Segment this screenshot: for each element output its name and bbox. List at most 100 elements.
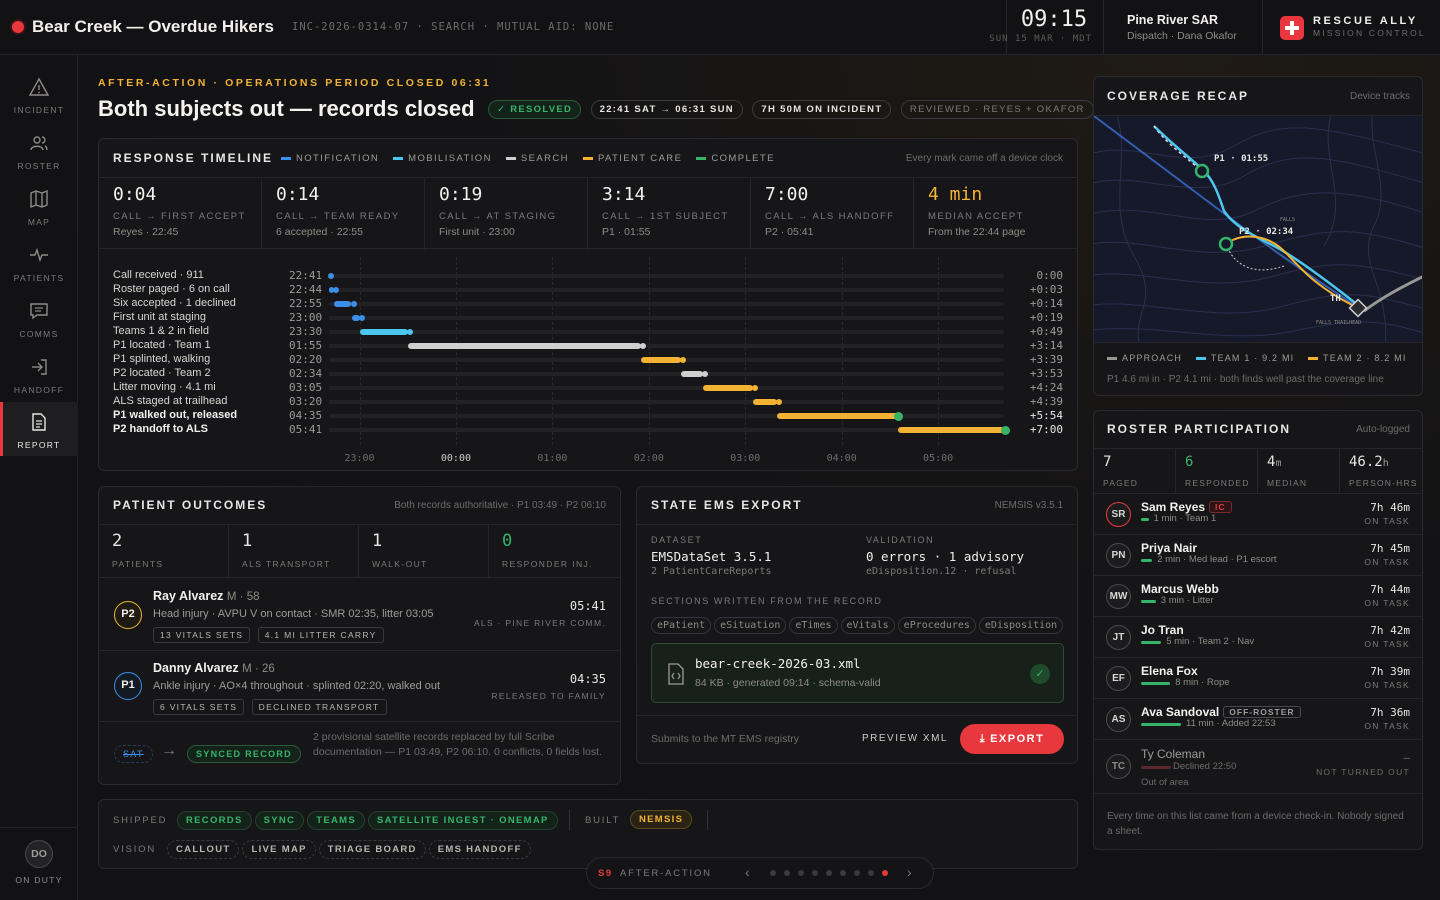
timeline-track	[329, 372, 1004, 376]
timeline-row-label: P1 located · Team 1	[113, 339, 211, 351]
member-status: ON TASK	[1364, 721, 1410, 731]
roster-member-row[interactable]: SR Sam Reyes IC 1 min · Team 1 7h 46m ON …	[1094, 493, 1422, 534]
user-status: ON DUTY	[15, 875, 63, 885]
timeline-row-label: Roster paged · 6 on call	[113, 283, 230, 295]
member-status: ON TASK	[1364, 598, 1410, 608]
patient-chips: 13 VITALS SETS 4.1 MI LITTER CARRY	[153, 625, 384, 643]
timeline-row-label: ALS staged at trailhead	[113, 395, 228, 407]
page-eyebrow: AFTER-ACTION · OPERATIONS PERIOD CLOSED …	[98, 77, 492, 89]
range-chip: 22:41 SAT → 06:31 SUN	[590, 100, 743, 119]
stat-number: 46.2	[1349, 454, 1383, 470]
preview-xml-button[interactable]: PREVIEW XML	[862, 733, 948, 744]
roster-member-row-declined[interactable]: TC Ty Coleman Declined 22:50 Out of area…	[1094, 739, 1422, 794]
timeline-axis-label: 01:00	[537, 453, 568, 464]
page-title: Both subjects out — records closed	[98, 96, 475, 121]
timeline-row-offset: +7:00	[1029, 423, 1063, 436]
pager-dot[interactable]	[784, 870, 790, 876]
member-detail: 3 min · Litter	[1160, 595, 1214, 606]
kpi-label: CALL → TEAM READY	[276, 211, 400, 222]
kpi-sub: P1 · 01:55	[602, 226, 651, 238]
nav-item-incident[interactable]: INCIDENT	[0, 67, 78, 121]
timeline-bar	[777, 413, 898, 419]
pager-dot[interactable]	[798, 870, 804, 876]
nav-label: HANDOFF	[13, 385, 65, 395]
file-meta: 84 KB · generated 09:14 · schema-valid	[695, 677, 881, 689]
roster-member-row[interactable]: EF Elena Fox 8 min · Rope 7h 39m ON TASK	[1094, 657, 1422, 698]
outcomes-stats: 2 PATIENTS 1 ALS TRANSPORT 1 WALK-OUT 0 …	[99, 524, 620, 578]
nav-item-roster[interactable]: ROSTER	[0, 123, 78, 177]
kpi-sub: Reyes · 22:45	[113, 226, 179, 238]
roster-title: ROSTER PARTICIPATION	[1107, 422, 1291, 436]
clock-date: SUN 15 MAR · MDT	[989, 34, 1092, 44]
step-pager: S9 AFTER-ACTION ‹ ›	[586, 857, 934, 889]
trailhead-map-label: FALLS TRAILHEAD	[1316, 320, 1362, 326]
timeline-row-label: P2 located · Team 2	[113, 367, 211, 379]
pager-dot[interactable]	[770, 870, 776, 876]
roster-list: SR Sam Reyes IC 1 min · Team 1 7h 46m ON …	[1094, 493, 1422, 803]
kpi-cell: 4 min MEDIAN ACCEPT From the 22:44 page	[914, 178, 1077, 250]
legend-label: MOBILISATION	[408, 153, 492, 164]
roster-member-row[interactable]: MW Marcus Webb 3 min · Litter 7h 44m ON …	[1094, 575, 1422, 616]
nav-item-comms[interactable]: COMMS	[0, 291, 78, 345]
p1-find-marker	[1194, 163, 1210, 179]
pager-dot[interactable]	[854, 870, 860, 876]
pager-dot[interactable]	[868, 870, 874, 876]
timeline-track	[329, 302, 1004, 306]
member-accept-bar	[1141, 723, 1181, 726]
member-detail: 5 min · Team 2 · Nav	[1166, 636, 1255, 647]
handoff-icon	[32, 359, 47, 375]
patient-chip: 13 VITALS SETS	[153, 627, 251, 643]
export-file-card[interactable]: bear-creek-2026-03.xml 84 KB · generated…	[651, 643, 1064, 703]
roster-member-row[interactable]: AS Ava Sandoval OFF-ROSTER 11 min · Added…	[1094, 698, 1422, 739]
patient-row[interactable]: P1 Danny Alvarez M · 26 Ankle injury · A…	[99, 652, 620, 722]
pager-dot-active[interactable]	[882, 870, 888, 876]
export-divider	[637, 524, 1077, 525]
nav-item-handoff[interactable]: HANDOFF	[0, 347, 78, 401]
vision-chips: CALLOUT LIVE MAP TRIAGE BOARD EMS HANDOFF	[167, 839, 531, 859]
coverage-map: P1 · 01:55 P2 · 02:34 FALLS TH FALLS TRA…	[1094, 115, 1422, 343]
pager-dot[interactable]	[812, 870, 818, 876]
timeline-row-time: 04:35	[289, 409, 323, 422]
pager-dot[interactable]	[826, 870, 832, 876]
sat-chip: SAT	[114, 745, 153, 763]
reviewed-chip: REVIEWED · REYES + OKAFOR	[900, 100, 1094, 119]
patient-outcomes-panel: PATIENT OUTCOMES Both records authoritat…	[98, 486, 621, 785]
export-footer-note: Submits to the MT EMS registry	[651, 733, 800, 745]
pager-prev-button[interactable]: ‹	[745, 864, 750, 880]
kpi-value: 4 min	[928, 184, 983, 205]
export-button[interactable]: ⤓ EXPORT	[960, 724, 1064, 754]
legend-label: TEAM 2 · 8.2 MI	[1323, 353, 1407, 363]
patient-chip: DECLINED TRANSPORT	[251, 699, 387, 715]
timeline-gantt: 23:00 00:00 01:00 02:00 03:00 04:00 05:00 Call …	[99, 257, 1077, 467]
stat-unit: m	[1275, 458, 1282, 469]
incident-title: Bear Creek — Overdue Hikers	[32, 17, 274, 36]
section-chip: eVitals	[840, 617, 895, 634]
nav-item-patients[interactable]: PATIENTS	[0, 235, 78, 289]
patient-chip: 4.1 MI LITTER CARRY	[257, 627, 384, 643]
legend-swatch	[1195, 357, 1206, 361]
roster-member-row[interactable]: PN Priya Nair 2 min · Med lead · P1 esco…	[1094, 534, 1422, 575]
patient-row[interactable]: P2 Ray Alvarez M · 58 Head injury · AVPU…	[99, 579, 620, 651]
user-avatar[interactable]: DO	[25, 840, 53, 868]
timeline-track	[329, 330, 1004, 334]
timeline-row-label: P1 walked out, released	[113, 409, 238, 421]
vision-chip: CALLOUT	[167, 840, 240, 859]
outcome-stat: 0 RESPONDER INJ.	[489, 525, 620, 578]
legend-label: NOTIFICATION	[296, 153, 380, 164]
member-hours: 7h 45m	[1370, 542, 1410, 555]
section-chip: eProcedures	[897, 617, 976, 634]
roster-member-row[interactable]: JT Jo Tran 5 min · Team 2 · Nav 7h 42m O…	[1094, 616, 1422, 657]
timeline-row-time: 03:05	[289, 381, 323, 394]
nav-item-map[interactable]: MAP	[0, 179, 78, 233]
member-hours: 7h 36m	[1370, 706, 1410, 719]
timeline-row-time: 23:30	[289, 325, 323, 338]
timeline-row-offset: +0:03	[1029, 283, 1063, 296]
report-icon	[32, 413, 46, 431]
kpi-label: MEDIAN ACCEPT	[928, 211, 1024, 222]
nav-item-report[interactable]: REPORT	[0, 402, 78, 456]
pager-dot[interactable]	[840, 870, 846, 876]
member-status: NOT TURNED OUT	[1316, 767, 1410, 777]
export-footer-divider	[637, 715, 1077, 716]
pager-next-button[interactable]: ›	[907, 864, 912, 880]
member-detail: Declined 22:50	[1173, 761, 1237, 772]
